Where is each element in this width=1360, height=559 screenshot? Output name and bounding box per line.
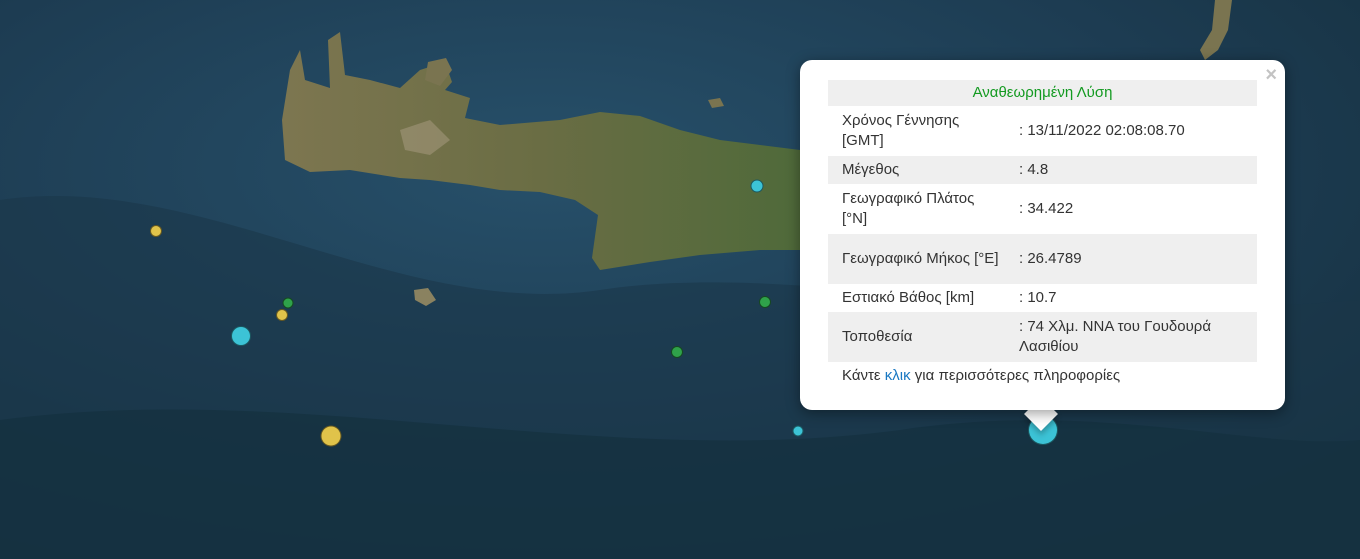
earthquake-marker[interactable] — [759, 296, 771, 308]
info-row: Χρόνος Γέννησης [GMT] : 13/11/2022 02:08… — [828, 106, 1257, 156]
earthquake-marker[interactable] — [671, 346, 683, 358]
more-info-text: Κάντε κλικ για περισσότερες πληροφορίες — [842, 367, 1120, 384]
popup-title: Αναθεωρημένη Λύση — [828, 80, 1257, 106]
location-label: Τοποθεσία — [828, 312, 1016, 362]
magnitude-label: Μέγεθος — [828, 156, 1016, 184]
more-info-suffix: για περισσότερες πληροφορίες — [910, 367, 1121, 384]
longitude-label: Γεωγραφικό Μήκος [°E] — [828, 234, 1016, 284]
earthquake-popup: × Αναθεωρημένη Λύση Χρόνος Γέννησης [GMT… — [800, 60, 1285, 410]
earthquake-marker[interactable] — [231, 326, 251, 346]
earthquake-marker[interactable] — [150, 225, 162, 237]
depth-label: Εστιακό Βάθος [km] — [842, 289, 975, 306]
latitude-label: Γεωγραφικό Πλάτος [°N] — [842, 190, 975, 227]
more-info-prefix: Κάντε — [842, 367, 885, 384]
latitude-value: : 34.422 — [1019, 200, 1074, 217]
origin-time-value: : 13/11/2022 02:08:08.70 — [1019, 122, 1185, 139]
earthquake-marker[interactable] — [276, 309, 288, 321]
location-value: : 74 Χλμ. ΝΝΑ του Γουδουρά Λασιθίου — [1016, 312, 1257, 362]
info-row: Γεωγραφικό Πλάτος [°N] : 34.422 — [828, 184, 1257, 234]
earthquake-info-table: Αναθεωρημένη Λύση Χρόνος Γέννησης [GMT] … — [828, 80, 1257, 362]
popup-title-row: Αναθεωρημένη Λύση — [828, 80, 1257, 106]
depth-value: : 10.7 — [1019, 289, 1057, 306]
more-info-link[interactable]: κλικ — [885, 367, 911, 384]
info-row: Γεωγραφικό Μήκος [°E] : 26.4789 — [828, 234, 1257, 284]
earthquake-marker[interactable] — [750, 179, 764, 193]
earthquake-marker[interactable] — [320, 425, 342, 447]
close-icon[interactable]: × — [1265, 64, 1277, 86]
origin-time-label: Χρόνος Γέννησης [GMT] — [842, 112, 960, 149]
earthquake-marker[interactable] — [792, 425, 804, 437]
magnitude-value: : 4.8 — [1016, 156, 1257, 184]
info-row: Μέγεθος : 4.8 — [828, 156, 1257, 184]
info-row: Τοποθεσία : 74 Χλμ. ΝΝΑ του Γουδουρά Λασ… — [828, 312, 1257, 362]
info-row: Εστιακό Βάθος [km] : 10.7 — [828, 284, 1257, 312]
earthquake-marker[interactable] — [282, 297, 294, 309]
longitude-value: : 26.4789 — [1016, 234, 1257, 284]
